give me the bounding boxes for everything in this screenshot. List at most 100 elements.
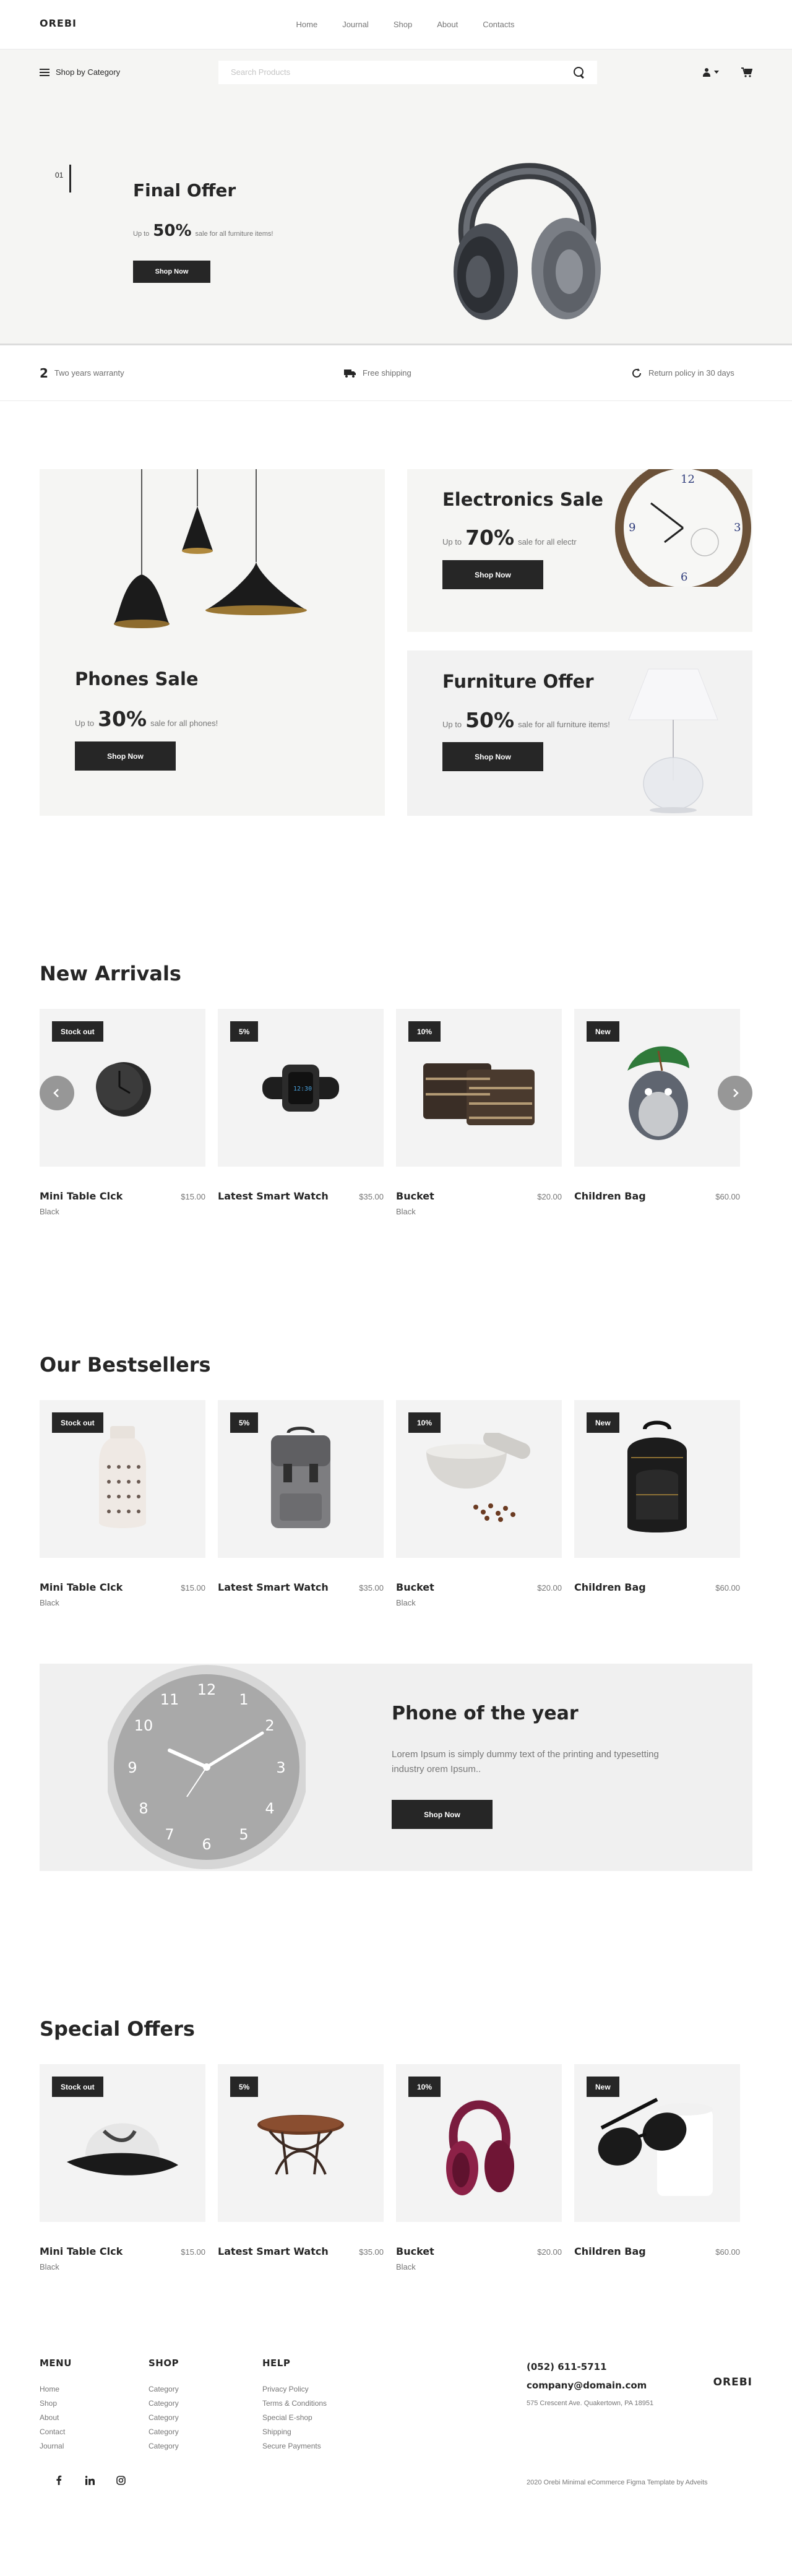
product-color [574,2262,740,2272]
special-offers-section: Special Offers Stock out Mini Table Clck… [40,2017,752,2272]
footer-link[interactable]: Secure Payments [262,2439,327,2453]
footer-link[interactable]: About [40,2411,72,2425]
product-info: Bucket $20.00 [396,1190,562,1202]
product-card[interactable]: New Children Bag $60.00 [574,2064,740,2272]
product-card[interactable]: 5% Latest Smart Watch $35.00 [218,2064,384,2272]
promo-furniture-button[interactable]: Shop Now [442,742,543,771]
nav-shop[interactable]: Shop [394,20,412,29]
logo[interactable]: OREBI [40,17,77,29]
footer-menu-title: MENU [40,2358,72,2369]
product-price: $20.00 [537,2247,562,2257]
warranty-number: 2 [40,365,48,381]
promo-electronics[interactable]: 12 3 6 9 Electronics Sale Up to 70% sale… [407,469,752,632]
chevron-right-icon [733,1089,739,1097]
wall-clock-image: 12 12 3 45 6 78 9 10 11 [108,1665,306,1869]
hero-shop-now-button[interactable]: Shop Now [133,261,210,283]
product-card[interactable]: Stock out Mini Table Clck $15.00 Black [40,2064,205,2272]
product-color [574,1207,740,1217]
footer-link[interactable]: Shipping [262,2425,327,2439]
nav-contacts[interactable]: Contacts [483,20,514,29]
product-color: Black [396,1598,416,1607]
hero-title: Final Offer [133,180,236,201]
product-card[interactable]: 5% Latest Smart Watch $35.00 [218,1400,384,1608]
footer-link[interactable]: Category [148,2411,179,2425]
svg-text:5: 5 [239,1826,248,1843]
hero-sub-prefix: Up to [133,230,150,238]
headphones-red-image [446,2100,514,2195]
promo-electronics-title: Electronics Sale [442,489,603,510]
product-info: Bucket $20.00 [396,1581,562,1593]
product-info: Bucket $20.00 [396,2245,562,2257]
banner-shop-now-button[interactable]: Shop Now [392,1800,493,1829]
promo-phones[interactable]: Phones Sale Up to 30% sale for all phone… [40,469,385,816]
footer-phone[interactable]: (052) 611-5711 [527,2358,653,2376]
product-card[interactable]: New Children Bag $60.00 [574,1400,740,1608]
product-price: $60.00 [715,2247,740,2257]
nav-about[interactable]: About [437,20,458,29]
product-list: Stock out Mini Table Clck $15.00 Black 5… [40,1009,752,1217]
product-price: $35.00 [359,1583,384,1593]
footer-link[interactable]: Journal [40,2439,72,2453]
promo-furniture[interactable]: Furniture Offer Up to 50% sale for all f… [407,650,752,816]
carousel-next-button[interactable] [718,1076,752,1110]
product-info: Children Bag $60.00 [574,2245,740,2257]
slide-index[interactable]: 01 [55,171,63,179]
product-card[interactable]: 10% Bucket $20.00 Black [396,1009,562,1217]
product-info: Children Bag $60.00 [574,1581,740,1593]
footer-email[interactable]: company@domain.com [527,2376,653,2395]
product-card[interactable]: Stock out Mini Table Clck $15.00 Black [40,1400,205,1608]
product-card[interactable]: 10% Bucket $20.00 Black [396,1400,562,1608]
linkedin-icon[interactable] [85,2475,95,2485]
table-lamp-image [628,668,718,813]
footer-link[interactable]: Category [148,2439,179,2453]
footer-link[interactable]: Contact [40,2425,72,2439]
banner-title: Phone of the year [392,1703,579,1724]
carousel-prev-button[interactable] [40,1076,74,1110]
search-icon[interactable] [574,66,585,78]
shop-by-category-button[interactable]: Shop by Category [40,67,120,77]
account-menu-button[interactable] [702,67,719,77]
footer-link[interactable]: Category [148,2382,179,2397]
header-actions [702,67,752,77]
product-card[interactable]: Stock out Mini Table Clck $15.00 Black [40,1009,205,1217]
footer-link[interactable]: Shop [40,2397,72,2411]
product-image: 10% [396,1009,562,1167]
product-image: 5% [218,1400,384,1558]
product-list: Stock out Mini Table Clck $15.00 Black 5… [40,1400,752,1608]
product-card[interactable]: 10% Bucket $20.00 Black [396,2064,562,2272]
product-name: Mini Table Clck [40,2245,123,2257]
promo-phones-subtitle: Up to 30% sale for all phones! [75,707,218,731]
category-bar: Shop by Category [0,50,792,95]
footer-link[interactable]: Home [40,2382,72,2397]
svg-text:6: 6 [681,571,687,584]
page: OREBI Home Journal Shop About Contacts S… [0,0,792,2543]
product-name: Bucket [396,2245,434,2257]
backpack-black-image [627,1420,687,1532]
search-input[interactable] [231,67,574,77]
instagram-icon[interactable] [116,2475,126,2485]
footer-link[interactable]: Category [148,2425,179,2439]
product-color: Black [396,1207,416,1216]
footer-logo[interactable]: OREBI [713,2376,752,2388]
footer-link[interactable]: Terms & Conditions [262,2397,327,2411]
product-card[interactable]: 5% 12:30 Latest Smart Watch $35.00 [218,1009,384,1217]
promo-phones-button[interactable]: Shop Now [75,741,176,771]
footer-link[interactable]: Category [148,2397,179,2411]
svg-text:1: 1 [239,1691,248,1708]
feature-warranty: 2 Two years warranty [40,366,124,381]
footer-shop-title: SHOP [148,2358,179,2369]
main-nav: Home Journal Shop About Contacts [278,20,515,29]
basket-image [423,1063,535,1125]
nav-home[interactable]: Home [296,20,318,29]
footer-link[interactable]: Privacy Policy [262,2382,327,2397]
product-card[interactable]: New Children Bag $60.00 [574,1009,740,1217]
cart-icon[interactable] [741,67,752,77]
promo-electronics-button[interactable]: Shop Now [442,560,543,589]
nav-journal[interactable]: Journal [342,20,369,29]
facebook-icon[interactable] [54,2475,64,2485]
table-clock-image [96,1061,151,1117]
footer-link[interactable]: Special E-shop [262,2411,327,2425]
product-price: $15.00 [181,1583,205,1593]
footer-address: 575 Crescent Ave. Quakertown, PA 18951 [527,2400,654,2407]
product-info: Mini Table Clck $15.00 [40,1581,205,1593]
